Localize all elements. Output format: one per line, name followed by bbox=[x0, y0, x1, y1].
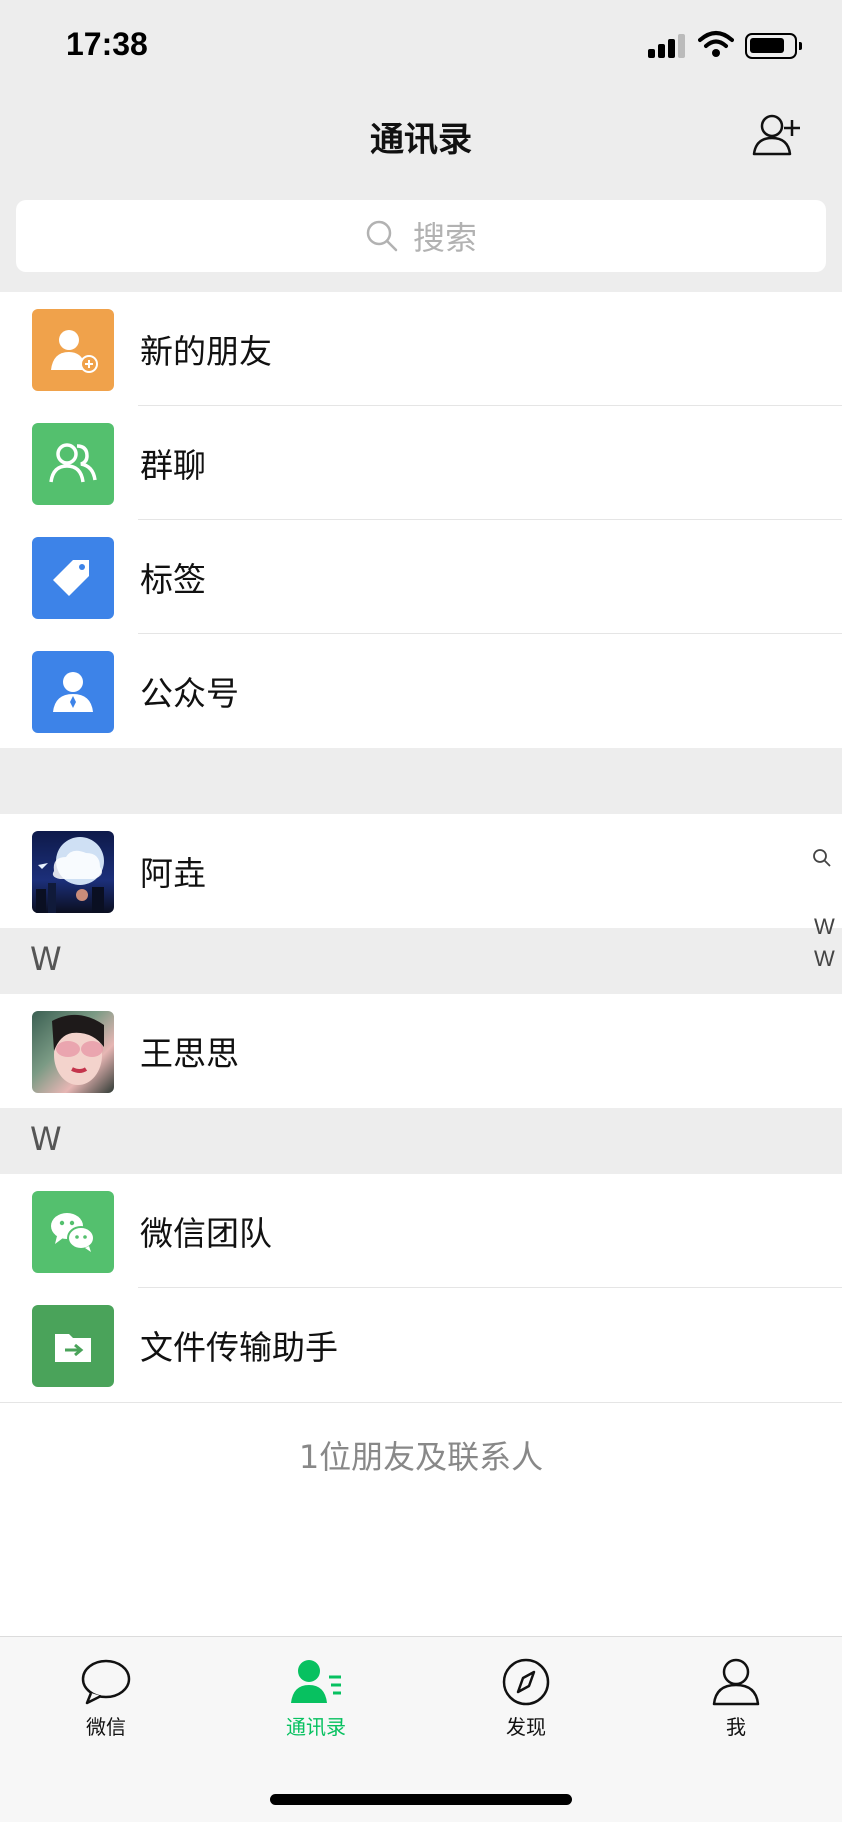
item-label: 新的朋友 bbox=[140, 332, 272, 371]
section-header: W bbox=[0, 1108, 842, 1174]
group-chats-item[interactable]: 群聊 bbox=[0, 406, 842, 520]
chat-icon bbox=[81, 1659, 131, 1705]
search-area: 搜索 bbox=[0, 192, 842, 292]
tab-label: 微信 bbox=[86, 1715, 126, 1739]
contact-row[interactable]: 文件传输助手 bbox=[0, 1288, 842, 1402]
add-friend-icon bbox=[32, 309, 114, 391]
battery-icon bbox=[745, 33, 802, 59]
contacts-icon bbox=[291, 1660, 341, 1703]
me-icon bbox=[712, 1658, 760, 1706]
item-label: 标签 bbox=[140, 560, 206, 599]
file-transfer-icon bbox=[32, 1305, 114, 1387]
tab-contacts[interactable]: 通讯录 bbox=[256, 1657, 376, 1740]
search-input[interactable]: 搜索 bbox=[16, 200, 826, 272]
tab-label: 通讯录 bbox=[286, 1715, 346, 1739]
avatar bbox=[32, 1011, 114, 1093]
section-gap bbox=[0, 748, 842, 814]
tab-me[interactable]: 我 bbox=[676, 1657, 796, 1740]
avatar bbox=[32, 831, 114, 913]
contacts-count: 1位朋友及联系人 bbox=[0, 1402, 842, 1506]
official-account-icon bbox=[32, 651, 114, 733]
index-letter[interactable]: W bbox=[814, 946, 835, 972]
tab-discover[interactable]: 发现 bbox=[466, 1657, 586, 1740]
home-indicator[interactable] bbox=[270, 1794, 572, 1805]
item-label: 公众号 bbox=[140, 674, 239, 713]
page-title: 通讯录 bbox=[370, 120, 472, 160]
wifi-icon bbox=[698, 31, 734, 57]
contact-name: 文件传输助手 bbox=[140, 1328, 338, 1367]
contact-row[interactable]: 微信团队 bbox=[0, 1174, 842, 1288]
tab-chats[interactable]: 微信 bbox=[46, 1657, 166, 1740]
section-letter: W bbox=[30, 940, 62, 978]
index-search-icon[interactable] bbox=[812, 848, 832, 868]
status-bar: 17:38 bbox=[0, 0, 842, 92]
tab-label: 发现 bbox=[506, 1715, 546, 1739]
item-label: 群聊 bbox=[140, 446, 206, 485]
contact-row[interactable]: 阿垚 bbox=[0, 814, 842, 928]
section-header: W bbox=[0, 928, 842, 994]
status-time: 17:38 bbox=[66, 26, 148, 62]
contact-row[interactable]: 王思思 bbox=[0, 994, 842, 1108]
search-placeholder: 搜索 bbox=[412, 219, 477, 257]
group-chat-icon bbox=[32, 423, 114, 505]
discover-icon bbox=[502, 1658, 550, 1706]
contacts-screen: 17:38 通讯录 搜索 新的朋友 群聊 标签 公众号 阿垚 W 王思思 W 微… bbox=[0, 0, 842, 1822]
tab-label: 我 bbox=[726, 1715, 746, 1739]
official-accounts-item[interactable]: 公众号 bbox=[0, 634, 842, 748]
section-letter: W bbox=[30, 1120, 62, 1158]
contact-name: 微信团队 bbox=[140, 1214, 272, 1253]
navigation-bar: 通讯录 bbox=[0, 92, 842, 192]
wechat-team-icon bbox=[32, 1191, 114, 1273]
contact-name: 阿垚 bbox=[140, 854, 206, 893]
search-icon bbox=[366, 220, 398, 252]
contacts-list: 新的朋友 群聊 标签 公众号 阿垚 W 王思思 W 微信团队 文件传输助手 1位… bbox=[0, 292, 842, 1506]
tag-icon bbox=[32, 537, 114, 619]
add-contact-icon[interactable] bbox=[752, 112, 802, 158]
cellular-signal-icon bbox=[648, 34, 688, 58]
contact-name: 王思思 bbox=[140, 1034, 239, 1073]
new-friends-item[interactable]: 新的朋友 bbox=[0, 292, 842, 406]
tags-item[interactable]: 标签 bbox=[0, 520, 842, 634]
index-letter[interactable]: W bbox=[814, 914, 835, 940]
